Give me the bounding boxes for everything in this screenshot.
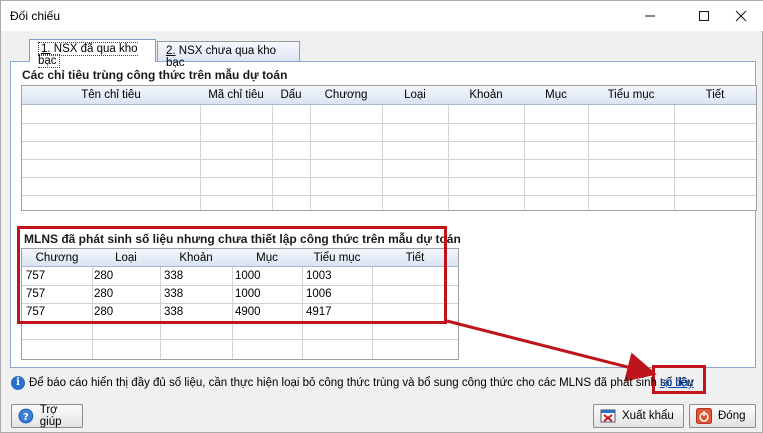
help-label: Trợ giúp: [39, 404, 62, 428]
export-button[interactable]: Xuất khẩu: [593, 404, 684, 428]
export-excel-icon: [600, 409, 616, 423]
export-label: Xuất khẩu: [622, 410, 674, 422]
svg-text:?: ?: [23, 412, 29, 423]
power-icon: [696, 408, 712, 424]
help-button[interactable]: ? Trợ giúp: [11, 404, 83, 428]
info-message: Để báo cáo hiển thị đầy đủ số liệu, cần …: [29, 377, 694, 389]
dialog-window: Đối chiếu 1. NSX đã qua kho bạc 2. NSX c…: [0, 0, 763, 433]
tai-day-link[interactable]: tại đây: [660, 377, 694, 389]
annotation-arrow: [446, 319, 657, 382]
help-icon: ?: [18, 408, 34, 424]
close-label: Đóng: [718, 410, 746, 422]
close-button[interactable]: Đóng: [689, 404, 756, 428]
info-icon: i: [11, 376, 25, 390]
